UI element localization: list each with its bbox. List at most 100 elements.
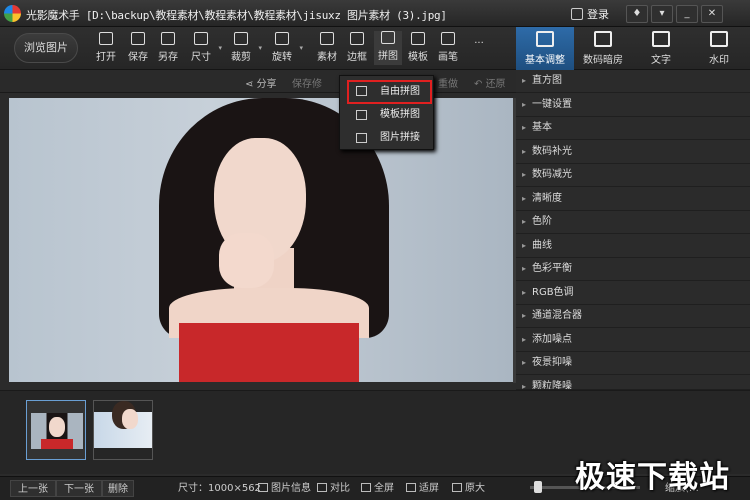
open-button[interactable]: 打开 — [93, 32, 119, 63]
adjust-icon — [536, 31, 554, 47]
rotate-icon — [275, 32, 289, 45]
border-button[interactable]: 边框 — [344, 32, 370, 63]
zoom-slider-handle[interactable] — [534, 481, 542, 493]
dropdown-arrow-icon[interactable]: ▾ — [258, 44, 262, 52]
next-image-button[interactable]: 下一张 — [56, 480, 102, 497]
tab-label: 数码暗房 — [583, 55, 623, 66]
app-logo-icon — [4, 5, 21, 22]
material-button[interactable]: 素材 — [314, 32, 340, 63]
tab-watermark[interactable]: 水印 — [690, 27, 748, 70]
menu-button[interactable]: ▾ — [651, 5, 673, 23]
save-partial-button[interactable]: 保存修 — [292, 75, 322, 90]
restore-label: 还原 — [485, 79, 506, 90]
dropdown-arrow-icon[interactable]: ▾ — [218, 44, 222, 52]
login-button[interactable]: 登录 — [571, 6, 609, 22]
brush-label: 画笔 — [438, 52, 458, 63]
panel-item-basic[interactable]: ▸ 基本 — [516, 117, 750, 140]
collage-label: 拼图 — [378, 51, 398, 62]
expand-arrow-icon: ▸ — [522, 358, 527, 367]
expand-arrow-icon: ▸ — [522, 170, 527, 179]
user-icon — [571, 8, 583, 20]
text-icon — [652, 31, 670, 47]
close-button[interactable]: ✕ — [701, 5, 723, 23]
image-stitch-icon — [356, 133, 367, 143]
rotate-label: 旋转 — [272, 52, 292, 63]
panel-item-levels[interactable]: ▸ 色阶 — [516, 211, 750, 234]
menu-item-free-collage[interactable]: 自由拼图 — [347, 80, 432, 104]
redo-button[interactable]: 重做 — [438, 75, 458, 90]
save-as-label: 另存 — [158, 52, 178, 63]
save-as-button[interactable]: 另存 — [155, 32, 181, 63]
close-icon: ✕ — [707, 8, 717, 19]
delete-button[interactable]: 删除 — [102, 480, 134, 497]
expand-arrow-icon: ▸ — [522, 76, 527, 85]
fit-label: 适屏 — [419, 483, 439, 494]
panel-item-label: 基本 — [532, 122, 552, 133]
tab-digital-darkroom[interactable]: 数码暗房 — [574, 27, 632, 70]
panel-item-grain-denoise[interactable]: ▸ 颗粒降噪 — [516, 376, 750, 390]
tab-text[interactable]: 文字 — [632, 27, 690, 70]
thumbnail-face — [49, 417, 65, 437]
sub-toolbar: ⋖ 分享 保存修 重做 ↶ 还原 — [0, 70, 516, 93]
tab-label: 文字 — [651, 55, 671, 66]
compare-button[interactable]: 对比 — [317, 480, 350, 497]
menu-item-template-collage[interactable]: 模板拼图 — [340, 104, 435, 128]
crop-button[interactable]: 裁剪 ▾ — [228, 32, 262, 63]
resize-button[interactable]: 尺寸 ▾ — [188, 32, 222, 63]
restore-button[interactable]: ↶ 还原 — [474, 75, 506, 90]
panel-item-rgb-tone[interactable]: ▸ RGB色调 — [516, 282, 750, 305]
share-button[interactable]: ⋖ 分享 — [245, 75, 277, 90]
thumbnail-1[interactable] — [26, 400, 86, 460]
menu-item-image-stitch[interactable]: 图片拼接 — [340, 127, 435, 151]
rotate-button[interactable]: 旋转 ▾ — [269, 32, 303, 63]
save-button[interactable]: 保存 — [125, 32, 151, 63]
image-info-button[interactable]: 图片信息 — [258, 480, 311, 497]
resize-label: 尺寸 — [191, 52, 211, 63]
brush-button[interactable]: 画笔 — [435, 32, 461, 63]
expand-arrow-icon: ▸ — [522, 381, 527, 390]
image-canvas[interactable] — [9, 98, 513, 382]
collage-button[interactable]: 拼图 — [374, 31, 402, 65]
panel-item-add-noise[interactable]: ▸ 添加噪点 — [516, 329, 750, 352]
prev-image-button[interactable]: 上一张 — [10, 480, 56, 497]
menu-item-label: 自由拼图 — [380, 86, 420, 97]
resize-icon — [194, 32, 208, 45]
border-icon — [350, 32, 364, 45]
expand-arrow-icon: ▸ — [522, 99, 527, 109]
dropdown-arrow-icon[interactable]: ▾ — [299, 44, 303, 52]
panel-item-fill-light[interactable]: ▸ 数码补光 — [516, 141, 750, 164]
panel-item-night-denoise[interactable]: ▸ 夜景抑噪 — [516, 352, 750, 375]
browse-images-button[interactable]: 浏览图片 — [14, 33, 78, 63]
more-button[interactable]: ... — [466, 35, 492, 46]
panel-item-sharpness[interactable]: ▸ 清晰度 — [516, 188, 750, 211]
right-panel-tabs: 基本调整 数码暗房 文字 水印 — [516, 27, 750, 70]
panel-item-one-click[interactable]: ▸ 一键设置 — [516, 94, 750, 117]
image-size-label: 尺寸：1000×562 — [178, 483, 261, 494]
tab-basic-adjust[interactable]: 基本调整 — [516, 27, 574, 70]
save-partial-label: 保存修 — [292, 79, 322, 90]
minimize-button[interactable]: _ — [676, 5, 698, 23]
fullscreen-icon — [361, 483, 371, 492]
save-icon — [131, 32, 145, 45]
shirt-icon: ♦ — [632, 8, 642, 19]
panel-item-label: 数码补光 — [532, 145, 572, 157]
menu-item-label: 模板拼图 — [380, 109, 420, 120]
template-button[interactable]: 模板 — [405, 32, 431, 63]
panel-item-channel-mixer[interactable]: ▸ 通道混合器 — [516, 305, 750, 328]
panel-item-color-balance[interactable]: ▸ 色彩平衡 — [516, 258, 750, 281]
thumbnail-2[interactable] — [93, 400, 153, 460]
expand-arrow-icon: ▸ — [522, 287, 527, 297]
panel-item-curves[interactable]: ▸ 曲线 — [516, 235, 750, 258]
fit-screen-button[interactable]: 适屏 — [406, 480, 439, 497]
expand-arrow-icon: ▸ — [522, 146, 527, 156]
adjust-panel: ▸ 直方图 ▸ 一键设置 ▸ 基本 ▸ 数码补光 ▸ 数码减光 ▸ 清晰度 ▸ 色阶 ▸ 曲线 … — [516, 70, 750, 390]
panel-item-label: 颗粒降噪 — [532, 380, 572, 390]
template-icon — [411, 32, 425, 45]
photo-hand — [219, 233, 274, 288]
panel-item-label: 色阶 — [532, 216, 552, 227]
panel-item-histogram[interactable]: ▸ 直方图 — [516, 70, 750, 93]
original-size-button[interactable]: 原大 — [452, 480, 485, 497]
panel-item-reduce-light[interactable]: ▸ 数码减光 — [516, 164, 750, 187]
skin-button[interactable]: ♦ — [626, 5, 648, 23]
fullscreen-button[interactable]: 全屏 — [361, 480, 394, 497]
